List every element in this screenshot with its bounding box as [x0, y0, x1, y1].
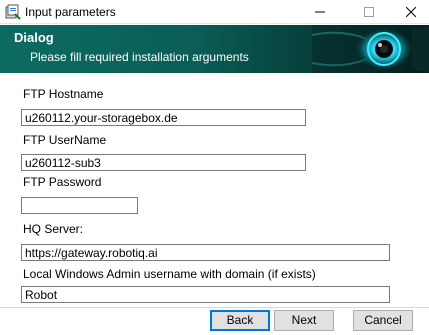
- installer-icon: [5, 4, 21, 20]
- hq-server-input[interactable]: [21, 244, 390, 261]
- ftp-hostname-label: FTP Hostname: [23, 87, 104, 101]
- banner-subtitle: Please fill required installation argume…: [30, 50, 249, 64]
- footer-divider: [0, 307, 429, 308]
- hq-server-label: HQ Server:: [23, 222, 84, 236]
- ftp-password-label: FTP Password: [23, 175, 102, 189]
- ftp-password-input[interactable]: [21, 197, 138, 214]
- ftp-username-label: FTP UserName: [23, 133, 107, 147]
- window-title: Input parameters: [25, 5, 116, 19]
- banner-title: Dialog: [14, 30, 54, 45]
- minimize-icon: [315, 11, 325, 13]
- minimize-button[interactable]: [305, 0, 335, 24]
- close-icon: [406, 7, 416, 17]
- maximize-icon: [364, 7, 374, 17]
- ftp-hostname-input[interactable]: [21, 109, 306, 126]
- maximize-button[interactable]: [354, 0, 384, 24]
- back-button[interactable]: Back: [210, 310, 270, 331]
- next-button[interactable]: Next: [274, 310, 334, 331]
- local-admin-label: Local Windows Admin username with domain…: [23, 267, 316, 281]
- cancel-button[interactable]: Cancel: [353, 310, 413, 331]
- dialog-banner: Dialog Please fill required installation…: [0, 25, 429, 73]
- title-bar: Input parameters: [0, 0, 429, 24]
- robot-eye-icon: [312, 25, 429, 73]
- local-admin-input[interactable]: [21, 286, 390, 303]
- close-button[interactable]: [396, 0, 426, 24]
- ftp-username-input[interactable]: [21, 154, 306, 171]
